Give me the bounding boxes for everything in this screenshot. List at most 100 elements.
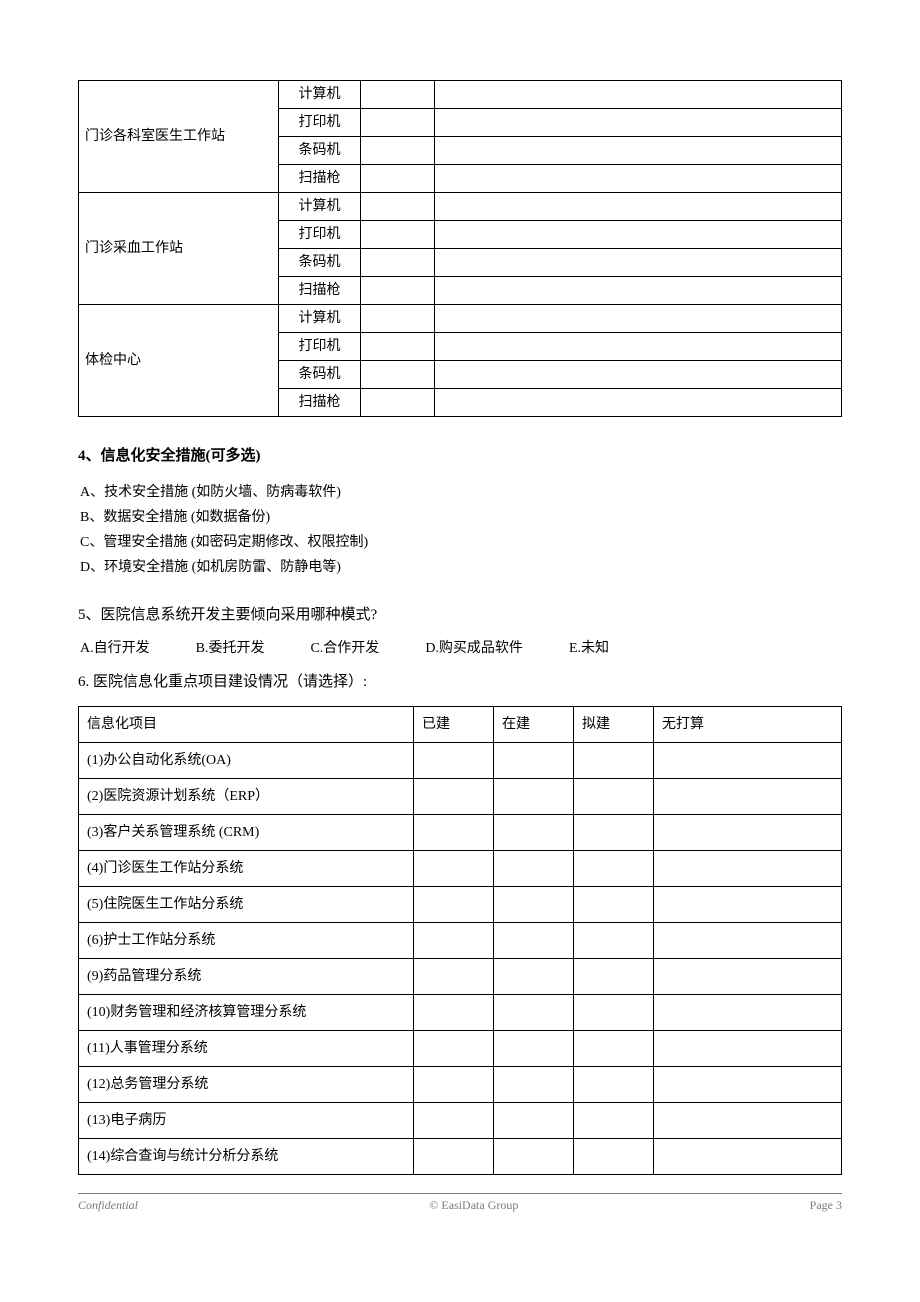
cell <box>574 958 654 994</box>
cell <box>654 1102 842 1138</box>
cell <box>361 81 435 109</box>
equipment-name: 计算机 <box>279 193 361 221</box>
group-label: 门诊采血工作站 <box>79 193 279 305</box>
cell <box>414 1066 494 1102</box>
q4-heading: 4、信息化安全措施(可多选) <box>78 445 842 468</box>
cell <box>361 277 435 305</box>
cell <box>361 305 435 333</box>
cell <box>361 109 435 137</box>
q4-option-c: C、管理安全措施 (如密码定期修改、权限控制) <box>80 532 842 553</box>
cell <box>574 778 654 814</box>
cell <box>435 165 842 193</box>
cell <box>361 221 435 249</box>
cell <box>654 1030 842 1066</box>
cell <box>414 1030 494 1066</box>
cell <box>414 814 494 850</box>
q4-option-b: B、数据安全措施 (如数据备份) <box>80 507 842 528</box>
workstation-equipment-table: 门诊各科室医生工作站 计算机 打印机 条码机 扫描枪 门诊采血工作站 计算机 <box>78 80 842 417</box>
q6-row-label: (3)客户关系管理系统 (CRM) <box>79 814 414 850</box>
cell <box>574 1138 654 1174</box>
q6-row-label: (4)门诊医生工作站分系统 <box>79 850 414 886</box>
cell <box>414 1138 494 1174</box>
cell <box>435 333 842 361</box>
q6-row-label: (10)财务管理和经济核算管理分系统 <box>79 994 414 1030</box>
cell <box>414 994 494 1030</box>
cell <box>435 109 842 137</box>
q6-row-label: (2)医院资源计划系统（ERP） <box>79 778 414 814</box>
q6-project-status-table: 信息化项目 已建 在建 拟建 无打算 (1)办公自动化系统(OA) (2)医院资… <box>78 706 842 1175</box>
q5-heading: 5、医院信息系统开发主要倾向采用哪种模式? <box>78 604 842 627</box>
q5-option-c: C.合作开发 <box>310 638 379 659</box>
equipment-name: 扫描枪 <box>279 165 361 193</box>
equipment-name: 计算机 <box>279 305 361 333</box>
q6-row-label: (13)电子病历 <box>79 1102 414 1138</box>
q5-options-row: A.自行开发 B.委托开发 C.合作开发 D.购买成品软件 E.未知 <box>80 638 842 659</box>
q5-option-a: A.自行开发 <box>80 638 150 659</box>
cell <box>435 389 842 417</box>
q6-row-label: (14)综合查询与统计分析分系统 <box>79 1138 414 1174</box>
cell <box>494 814 574 850</box>
cell <box>361 249 435 277</box>
q6-header-project: 信息化项目 <box>79 706 414 742</box>
cell <box>414 778 494 814</box>
q6-row-label: (5)住院医生工作站分系统 <box>79 886 414 922</box>
footer-page-number: Page 3 <box>810 1196 842 1214</box>
cell <box>435 305 842 333</box>
q6-heading: 6. 医院信息化重点项目建设情况（请选择）: <box>78 671 842 694</box>
footer-confidential: Confidential <box>78 1196 138 1214</box>
cell <box>435 361 842 389</box>
cell <box>654 922 842 958</box>
cell <box>361 165 435 193</box>
cell <box>574 850 654 886</box>
group-label: 体检中心 <box>79 305 279 417</box>
cell <box>654 958 842 994</box>
q5-option-e: E.未知 <box>569 638 609 659</box>
cell <box>574 1030 654 1066</box>
cell <box>494 1066 574 1102</box>
cell <box>361 137 435 165</box>
cell <box>435 81 842 109</box>
cell <box>654 778 842 814</box>
equipment-name: 计算机 <box>279 81 361 109</box>
cell <box>654 1138 842 1174</box>
cell <box>361 193 435 221</box>
cell <box>654 1066 842 1102</box>
equipment-name: 打印机 <box>279 333 361 361</box>
q6-header-none: 无打算 <box>654 706 842 742</box>
cell <box>414 958 494 994</box>
cell <box>494 886 574 922</box>
equipment-name: 打印机 <box>279 109 361 137</box>
q5-option-b: B.委托开发 <box>196 638 265 659</box>
cell <box>435 137 842 165</box>
q6-header-built: 已建 <box>414 706 494 742</box>
group-label: 门诊各科室医生工作站 <box>79 81 279 193</box>
equipment-name: 条码机 <box>279 361 361 389</box>
q6-row-label: (6)护士工作站分系统 <box>79 922 414 958</box>
q6-row-label: (11)人事管理分系统 <box>79 1030 414 1066</box>
q4-option-a: A、技术安全措施 (如防火墙、防病毒软件) <box>80 482 842 503</box>
cell <box>361 389 435 417</box>
cell <box>574 742 654 778</box>
equipment-name: 打印机 <box>279 221 361 249</box>
cell <box>494 850 574 886</box>
cell <box>494 1102 574 1138</box>
cell <box>494 778 574 814</box>
cell <box>574 886 654 922</box>
equipment-name: 条码机 <box>279 137 361 165</box>
cell <box>494 922 574 958</box>
cell <box>654 850 842 886</box>
cell <box>414 742 494 778</box>
cell <box>574 922 654 958</box>
q6-row-label: (9)药品管理分系统 <box>79 958 414 994</box>
equipment-name: 扫描枪 <box>279 389 361 417</box>
q6-header-building: 在建 <box>494 706 574 742</box>
footer-copyright: © EasiData Group <box>138 1196 810 1214</box>
cell <box>494 1138 574 1174</box>
page-footer: Confidential © EasiData Group Page 3 <box>78 1193 842 1214</box>
q5-option-d: D.购买成品软件 <box>425 638 523 659</box>
q4-option-d: D、环境安全措施 (如机房防雷、防静电等) <box>80 557 842 578</box>
cell <box>654 742 842 778</box>
cell <box>494 958 574 994</box>
equipment-name: 扫描枪 <box>279 277 361 305</box>
cell <box>574 1066 654 1102</box>
